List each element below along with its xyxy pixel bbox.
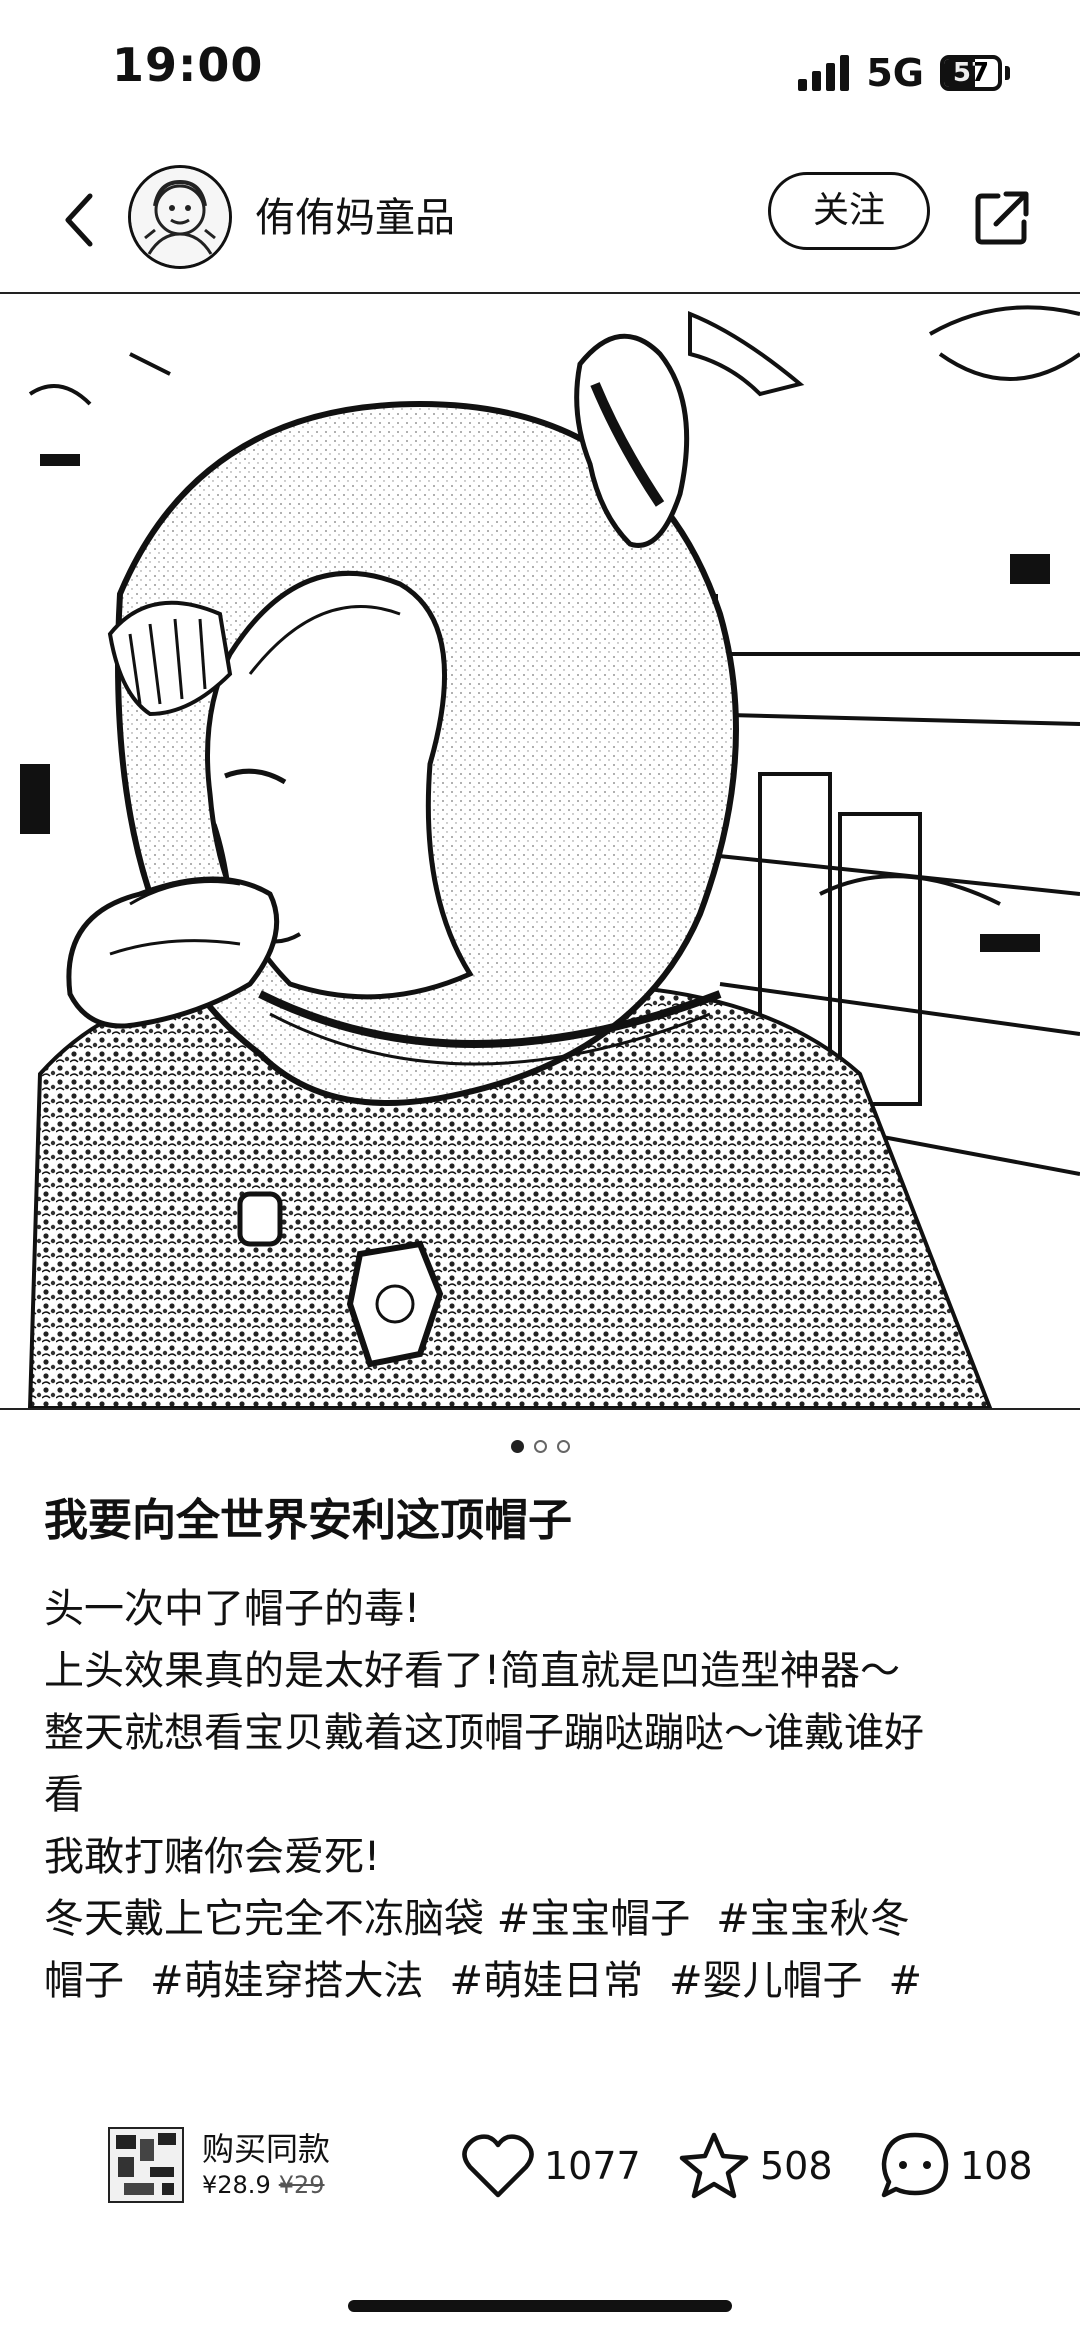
status-bar: 19:00 5G 57 bbox=[0, 0, 1080, 140]
hashtag-link[interactable]: #宝宝秋冬 bbox=[716, 1896, 910, 1942]
battery-icon: 57 bbox=[940, 55, 1010, 91]
hashtag-link[interactable]: #萌娃穿搭大法 bbox=[150, 1958, 424, 2004]
author-avatar[interactable] bbox=[128, 165, 232, 269]
like-count: 1077 bbox=[544, 2144, 641, 2188]
network-label: 5G bbox=[866, 51, 924, 95]
product-thumbnail bbox=[108, 2127, 184, 2203]
product-info: 购买同款 ¥28.9 ¥29 bbox=[202, 2129, 330, 2201]
like-button[interactable]: 1077 bbox=[462, 2131, 641, 2201]
bottom-action-bar: 购买同款 ¥28.9 ¥29 1077 508 108 bbox=[0, 2105, 1080, 2225]
chevron-left-icon bbox=[65, 193, 93, 247]
author-name[interactable]: 侑侑妈童品 bbox=[255, 188, 455, 248]
status-indicators: 5G 57 bbox=[798, 48, 1010, 98]
carousel-dot-3[interactable] bbox=[556, 1439, 570, 1453]
avatar-image bbox=[131, 168, 229, 266]
post-line: 整天就想看宝贝戴着这顶帽子蹦哒蹦哒～谁戴谁好 bbox=[44, 1710, 924, 1756]
comment-count: 108 bbox=[960, 2144, 1033, 2188]
comment-button[interactable]: 108 bbox=[880, 2131, 1033, 2201]
post-line: 上头效果真的是太好看了!简直就是凹造型神器～ bbox=[44, 1648, 901, 1694]
collect-count: 508 bbox=[760, 2144, 833, 2188]
home-indicator[interactable] bbox=[348, 2300, 732, 2312]
child-wearing-hat-photo bbox=[0, 294, 1080, 1408]
carousel-dot-1[interactable] bbox=[510, 1439, 524, 1453]
battery-percent: 57 bbox=[952, 58, 990, 88]
hashtag-link[interactable]: #婴儿帽子 bbox=[669, 1958, 863, 2004]
hashtag-link[interactable]: #萌娃日常 bbox=[450, 1958, 644, 2004]
post-image[interactable] bbox=[0, 292, 1080, 1410]
hashtag-link[interactable]: #宝宝帽子 bbox=[497, 1896, 691, 1942]
product-price: ¥28.9 bbox=[202, 2171, 271, 2199]
comment-bubble-icon bbox=[881, 2132, 949, 2198]
post-body: 头一次中了帽子的毒! 上头效果真的是太好看了!简直就是凹造型神器～ 整天就想看宝… bbox=[44, 1578, 1044, 2012]
post-line-with-tags: 冬天戴上它完全不冻脑袋 #宝宝帽子 #宝宝秋冬 bbox=[44, 1888, 1044, 1950]
star-icon bbox=[679, 2132, 749, 2199]
product-image bbox=[110, 2129, 182, 2201]
back-button[interactable] bbox=[40, 178, 120, 262]
share-button[interactable] bbox=[962, 178, 1042, 258]
post-tags-line: 帽子 #萌娃穿搭大法 #萌娃日常 #婴儿帽子 # bbox=[44, 1950, 1044, 2012]
share-icon bbox=[975, 191, 1029, 245]
post-line: 冬天戴上它完全不冻脑袋 bbox=[44, 1896, 484, 1942]
collect-button[interactable]: 508 bbox=[678, 2131, 833, 2201]
carousel-pagination bbox=[0, 1434, 1080, 1458]
carousel-dot-2[interactable] bbox=[533, 1439, 547, 1453]
post-line: 头一次中了帽子的毒! bbox=[44, 1586, 421, 1632]
price-row: ¥28.9 ¥29 bbox=[202, 2169, 330, 2201]
follow-button[interactable]: 关注 bbox=[768, 172, 930, 250]
heart-icon bbox=[462, 2134, 534, 2198]
post-title: 我要向全世界安利这顶帽子 bbox=[44, 1495, 572, 1546]
buy-same-label: 购买同款 bbox=[202, 2130, 331, 2168]
hashtag-link[interactable]: # bbox=[889, 1958, 923, 2004]
product-original-price: ¥29 bbox=[278, 2171, 325, 2199]
buy-same-product[interactable]: 购买同款 ¥28.9 ¥29 bbox=[108, 2125, 330, 2205]
status-time: 19:00 bbox=[112, 38, 264, 92]
post-line: 看 bbox=[44, 1772, 84, 1818]
hashtag-link-continued[interactable]: 帽子 bbox=[44, 1958, 124, 2004]
post-header: 侑侑妈童品 关注 bbox=[0, 150, 1080, 290]
signal-icon bbox=[798, 55, 850, 91]
post-line: 我敢打赌你会爱死! bbox=[44, 1834, 381, 1880]
